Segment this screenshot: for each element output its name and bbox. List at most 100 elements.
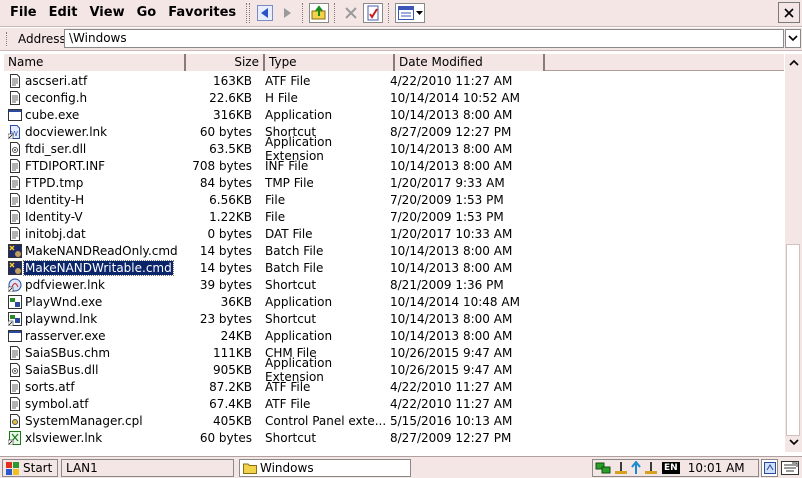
file-row[interactable]: MakeNANDWritable.cmd 14 bytes Batch File 10… xyxy=(4,259,784,276)
file-row[interactable]: cube.exe 316KB Application 10/14/2013 8:00 … xyxy=(4,106,784,123)
properties-button[interactable] xyxy=(363,3,384,23)
close-window-button[interactable] xyxy=(778,2,800,23)
file-date-modified: 10/14/2013 8:00 AM xyxy=(390,311,513,326)
pdf-shortcut-icon xyxy=(7,278,22,292)
file-date-modified: 8/27/2009 12:27 PM xyxy=(390,124,512,139)
file-text-icon xyxy=(8,192,22,207)
file-row[interactable]: pdfviewer.lnk 39 bytes Shortcut 8/21/2009 1… xyxy=(4,276,784,293)
scroll-up-button[interactable] xyxy=(785,54,802,71)
file-type: ATF File xyxy=(265,379,311,394)
taskbar: Start LAN1 Windows EN 10:01 AM xyxy=(0,456,802,478)
file-row[interactable]: SaiaSBus.chm 111KB CHM File 10/26/2015 9:47… xyxy=(4,344,784,361)
file-name-cell: ceconfig.h xyxy=(4,90,184,105)
scroll-thumb[interactable] xyxy=(786,244,800,436)
back-arrow-icon xyxy=(257,5,274,21)
back-button[interactable] xyxy=(255,3,275,23)
column-header-date[interactable]: Date Modified xyxy=(395,54,545,71)
file-name-cell: xlsviewer.lnk xyxy=(4,430,184,445)
file-size: 36KB xyxy=(220,294,252,309)
delete-button[interactable] xyxy=(341,3,361,23)
show-desktop-button[interactable] xyxy=(761,459,778,477)
file-name-cell: MakeNANDWritable.cmd xyxy=(4,259,184,276)
file-name-cell: rasserver.exe xyxy=(4,329,184,343)
file-name-cell: FTDIPORT.INF xyxy=(4,158,184,173)
view-menu-button[interactable] xyxy=(395,3,426,23)
menu-edit[interactable]: Edit xyxy=(43,2,84,24)
upload-arrow-icon xyxy=(631,461,641,474)
toolbar-separator xyxy=(302,3,304,23)
file-row[interactable]: Identity-H 6.56KB File 7/20/2009 1:53 PM xyxy=(4,191,784,208)
menu-go[interactable]: Go xyxy=(131,2,163,24)
file-row[interactable]: ascseri.atf 163KB ATF File 4/22/2010 11:27 … xyxy=(4,72,784,89)
file-type: TMP File xyxy=(265,175,314,190)
column-header-size[interactable]: Size xyxy=(186,54,265,71)
file-type: INF File xyxy=(265,158,309,173)
file-row[interactable]: ceconfig.h 22.6KB H File 10/14/2014 10:52 A… xyxy=(4,89,784,106)
menu-view[interactable]: View xyxy=(83,2,130,24)
taskbar-item-windows[interactable]: Windows xyxy=(239,459,411,477)
file-row[interactable]: MakeNANDReadOnly.cmd 14 bytes Batch File 10… xyxy=(4,242,784,259)
file-row[interactable]: FTDIPORT.INF 708 bytes INF File 10/14/2013 … xyxy=(4,157,784,174)
file-type: Batch File xyxy=(265,260,324,275)
file-size: 1.22KB xyxy=(209,209,252,224)
vertical-scrollbar[interactable] xyxy=(785,54,802,452)
file-name-cell: pdfviewer.lnk xyxy=(4,278,184,292)
xls-shortcut-icon xyxy=(7,430,22,445)
file-name: Identity-H xyxy=(25,192,85,207)
scroll-down-button[interactable] xyxy=(785,434,802,451)
file-name-cell: playwnd.lnk xyxy=(4,311,184,326)
file-row[interactable]: xlsviewer.lnk 60 bytes Shortcut 8/27/2009 1… xyxy=(4,429,784,446)
file-name-cell: SaiaSBus.chm xyxy=(4,345,184,360)
file-date-modified: 1/20/2017 9:33 AM xyxy=(390,175,505,190)
forward-button[interactable] xyxy=(277,3,297,23)
file-row[interactable]: FTPD.tmp 84 bytes TMP File 1/20/2017 9:33 A… xyxy=(4,174,784,191)
file-date-modified: 10/14/2013 8:00 AM xyxy=(390,328,513,343)
file-row[interactable]: SystemManager.cpl 405KB Control Panel exte… xyxy=(4,412,784,429)
file-size: 6.56KB xyxy=(209,192,252,207)
file-size: 60 bytes xyxy=(199,124,252,139)
address-bar: Address \Windows xyxy=(0,28,802,51)
file-text-icon xyxy=(8,90,22,105)
start-button[interactable]: Start xyxy=(2,459,58,477)
file-name: symbol.atf xyxy=(25,396,89,411)
file-row[interactable]: playwnd.lnk 23 bytes Shortcut 10/14/2013 8:… xyxy=(4,310,784,327)
menu-file[interactable]: File xyxy=(4,2,43,24)
file-row[interactable]: ftdi_ser.dll 63.5KB Application Extension 1… xyxy=(4,135,784,163)
view-list-icon xyxy=(397,6,414,20)
media-app-icon xyxy=(8,294,22,309)
file-size: 39 bytes xyxy=(199,277,252,292)
file-name: SaiaSBus.chm xyxy=(25,345,111,360)
file-type: Control Panel exte... xyxy=(265,413,387,428)
file-name-cell: cube.exe xyxy=(4,108,184,122)
file-row[interactable]: symbol.atf 67.4KB ATF File 4/22/2010 11:27 … xyxy=(4,395,784,412)
file-size: 111KB xyxy=(212,345,252,360)
column-header-name[interactable]: Name xyxy=(4,54,186,71)
taskbar-clock[interactable]: 10:01 AM xyxy=(688,461,745,475)
file-size: 708 bytes xyxy=(192,158,252,173)
column-header-type[interactable]: Type xyxy=(265,54,395,71)
file-size: 14 bytes xyxy=(199,260,252,275)
taskbar-item-lan1[interactable]: LAN1 xyxy=(61,459,234,477)
file-text-icon xyxy=(8,226,22,241)
file-row[interactable]: initobj.dat 0 bytes DAT File 1/20/2017 10:3… xyxy=(4,225,784,242)
file-row[interactable]: Wdocviewer.lnk 60 bytes Shortcut 8/27/2009 … xyxy=(4,123,784,140)
address-dropdown-button[interactable] xyxy=(785,29,801,48)
up-folder-button[interactable] xyxy=(309,3,330,23)
start-label: Start xyxy=(23,461,53,475)
taskbar-item-windows-label: Windows xyxy=(260,461,314,475)
file-size: 60 bytes xyxy=(199,430,252,445)
chevron-down-icon xyxy=(788,35,798,42)
input-language-badge[interactable]: EN xyxy=(662,462,680,474)
address-input[interactable]: \Windows xyxy=(64,29,784,48)
file-date-modified: 4/22/2010 11:27 AM xyxy=(390,396,513,411)
file-row[interactable]: Identity-V 1.22KB File 7/20/2009 1:53 PM xyxy=(4,208,784,225)
batch-file-icon xyxy=(8,260,22,275)
file-size: 14 bytes xyxy=(199,243,252,258)
file-row[interactable]: rasserver.exe 24KB Application 10/14/2013 8… xyxy=(4,327,784,344)
menu-favorites[interactable]: Favorites xyxy=(162,2,242,24)
forward-arrow-icon xyxy=(284,8,292,18)
keyboard-button[interactable] xyxy=(780,459,800,477)
file-row[interactable]: sorts.atf 87.2KB ATF File 4/22/2010 11:27 A… xyxy=(4,378,784,395)
file-row[interactable]: SaiaSBus.dll 905KB Application Extension 10… xyxy=(4,356,784,384)
file-row[interactable]: PlayWnd.exe 36KB Application 10/14/2014 10:… xyxy=(4,293,784,310)
